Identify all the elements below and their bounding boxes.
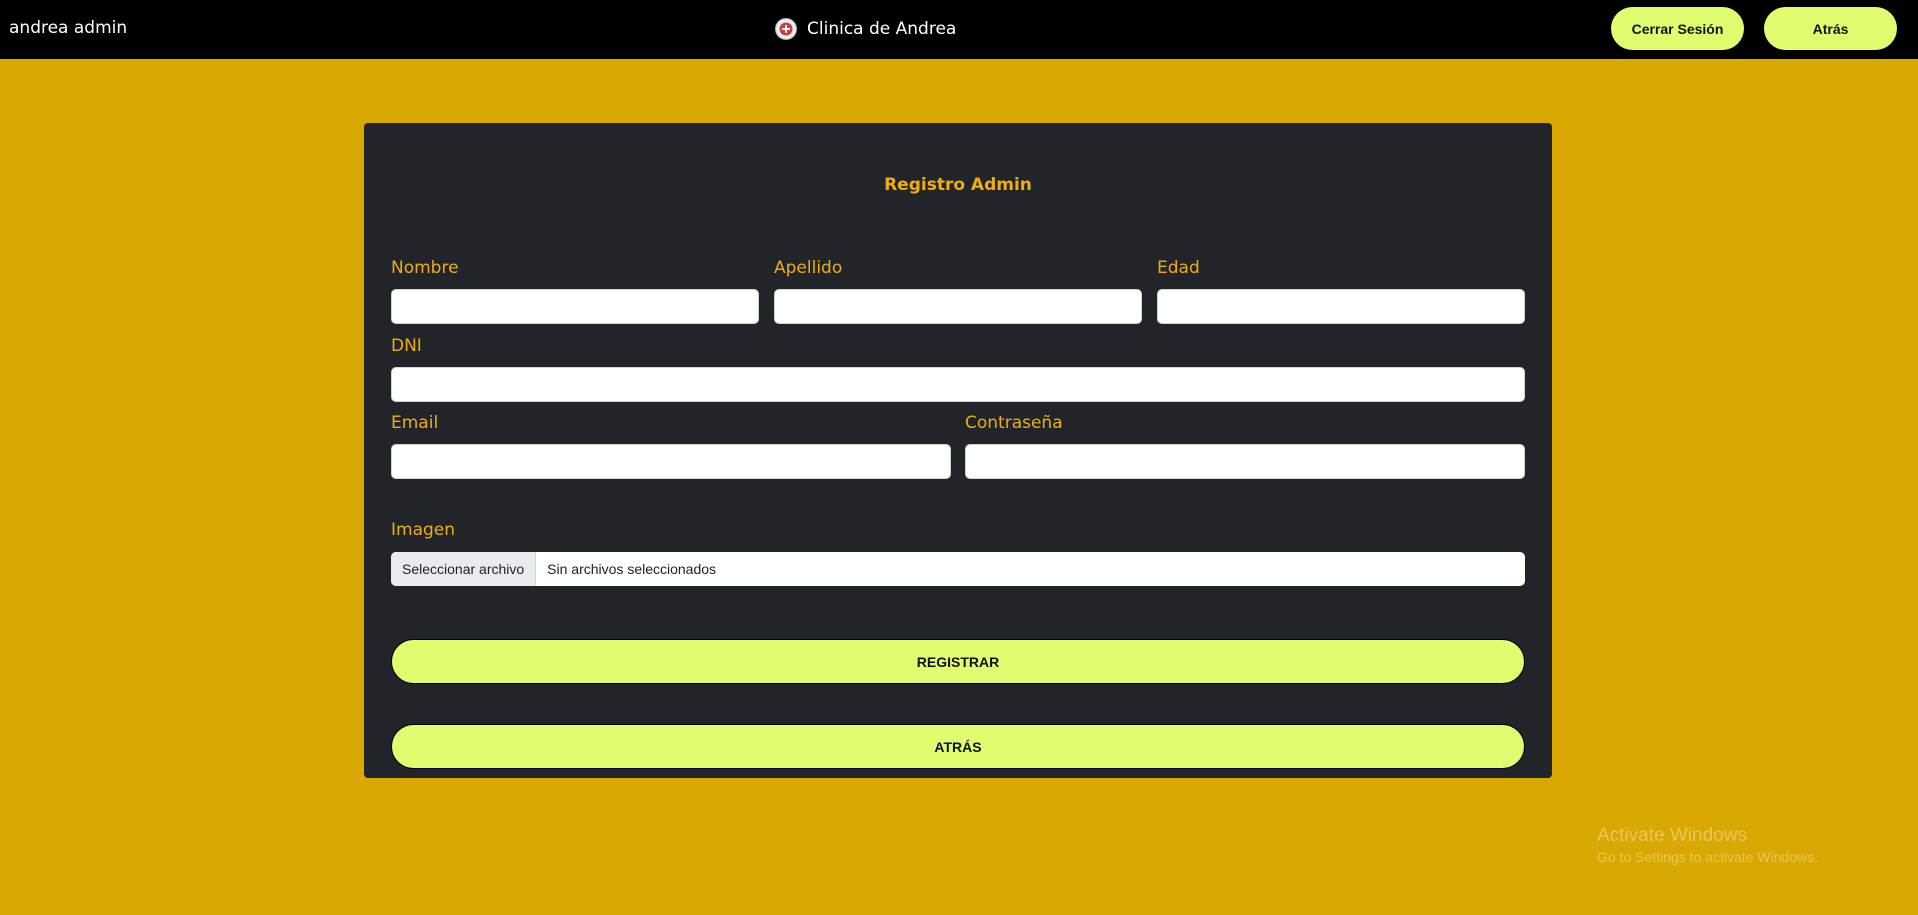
watermark-title: Activate Windows	[1597, 825, 1747, 846]
watermark-subtitle: Go to Settings to activate Windows.	[1597, 849, 1818, 865]
clinic-logo-icon	[775, 18, 797, 40]
back-button-form[interactable]: ATRÁS	[391, 724, 1525, 769]
select-file-button[interactable]: Seleccionar archivo	[391, 552, 537, 586]
brand-name: Clinica de Andrea	[807, 19, 957, 39]
password-input[interactable]	[965, 444, 1525, 479]
logout-button[interactable]: Cerrar Sesión	[1611, 7, 1744, 50]
register-admin-card: Registro Admin Nombre Apellido Edad DNI …	[364, 123, 1552, 778]
imagen-label: Imagen	[391, 520, 456, 540]
email-input[interactable]	[391, 444, 951, 479]
email-label: Email	[391, 413, 439, 433]
apellido-input[interactable]	[774, 289, 1142, 324]
image-file-input[interactable]: Seleccionar archivo Sin archivos selecci…	[391, 552, 1525, 586]
user-name: andrea admin	[9, 18, 128, 38]
apellido-label: Apellido	[774, 258, 843, 278]
form-title: Registro Admin	[884, 175, 1032, 195]
back-button-nav[interactable]: Atrás	[1764, 7, 1897, 50]
dni-label: DNI	[391, 336, 422, 356]
file-status-text: Sin archivos seleccionados	[547, 561, 717, 577]
register-button[interactable]: REGISTRAR	[391, 639, 1525, 684]
contrasena-label: Contraseña	[965, 413, 1063, 433]
brand[interactable]: Clinica de Andrea	[775, 17, 956, 41]
edad-label: Edad	[1157, 258, 1200, 278]
dni-input[interactable]	[391, 367, 1525, 402]
edad-input[interactable]	[1157, 289, 1525, 324]
activate-windows-watermark: Activate Windows Go to Settings to activ…	[1597, 825, 1818, 867]
top-navbar: andrea admin Clinica de Andrea Cerrar Se…	[0, 0, 1918, 59]
nombre-input[interactable]	[391, 289, 759, 324]
nombre-label: Nombre	[391, 258, 459, 278]
